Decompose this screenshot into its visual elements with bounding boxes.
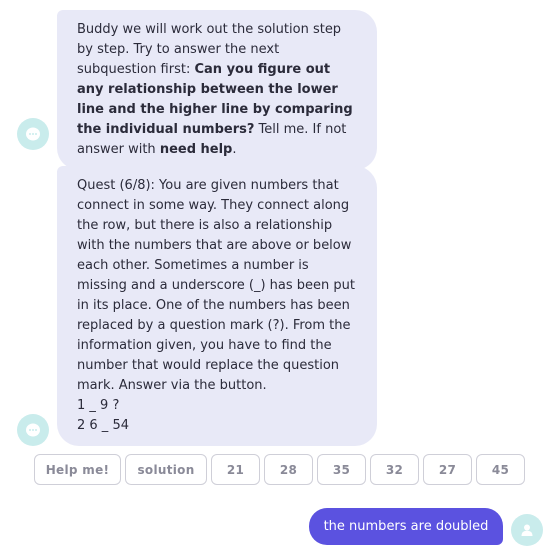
number-row-top: 1 _ 9 ? [77,398,120,413]
chat-bubble-icon [26,423,40,437]
help-me-button[interactable]: Help me! [34,454,121,485]
answer-button-28[interactable]: 28 [264,454,313,485]
answer-button-27[interactable]: 27 [423,454,472,485]
quick-reply-bar: Help me! solution 21 28 35 32 27 45 [34,454,525,485]
user-icon [521,524,533,536]
chat-bubble-icon [26,127,40,141]
bot-message-bubble: Buddy we will work out the solution step… [57,10,377,170]
user-message-bubble: the numbers are doubled [309,508,503,545]
user-avatar [511,514,543,546]
bot-message-text: Buddy we will work out the solution step… [77,20,359,160]
answer-button-21[interactable]: 21 [211,454,260,485]
message-text-bold-segment: need help [159,142,233,157]
message-text-segment: . [232,142,237,157]
bot-message-bubble: Quest (6/8): You are given numbers that … [57,166,377,446]
answer-button-32[interactable]: 32 [370,454,419,485]
user-message-text: the numbers are doubled [323,519,489,534]
answer-button-35[interactable]: 35 [317,454,366,485]
quest-text: Quest (6/8): You are given numbers that … [77,178,355,393]
number-row-bottom: 2 6 _ 54 [77,418,129,433]
answer-button-45[interactable]: 45 [476,454,525,485]
solution-button[interactable]: solution [125,454,207,485]
bot-avatar [17,118,49,150]
bot-avatar [17,414,49,446]
